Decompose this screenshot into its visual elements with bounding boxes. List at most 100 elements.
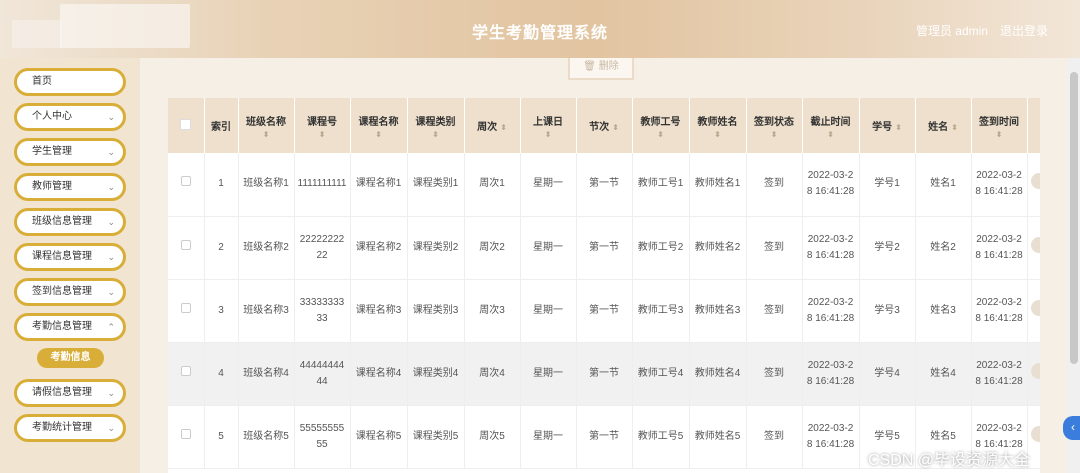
sort-icon: ⬍ (544, 129, 552, 139)
scrollbar-thumb[interactable] (1070, 72, 1078, 364)
table-cell: 5 (204, 405, 239, 469)
table-cell: 周次4 (464, 342, 521, 406)
table-cell: 姓名1 (915, 153, 972, 217)
sort-icon: ⬍ (612, 123, 619, 132)
sidebar-item-label: 班级信息管理 (32, 216, 92, 227)
column-header[interactable]: 节次 ⬍ (576, 98, 633, 153)
column-header[interactable]: 课程号 ⬍ (294, 98, 351, 153)
row-action-button[interactable] (1027, 342, 1040, 406)
sidebar-item-course-info[interactable]: 课程信息管理 ⌄ (14, 243, 126, 271)
table-cell: 第一节 (576, 405, 633, 469)
sidebar-item-label: 首页 (32, 76, 52, 87)
sidebar-item-home[interactable]: 首页 (14, 68, 126, 96)
sidebar-item-personal-center[interactable]: 个人中心 ⌄ (14, 103, 126, 131)
column-header[interactable]: 课程类别 ⬍ (407, 98, 465, 153)
table-cell: 教师姓名5 (689, 405, 747, 469)
table-cell: 星期一 (520, 216, 577, 280)
sort-icon: ⬍ (657, 129, 664, 139)
chevron-down-icon: ⌄ (107, 112, 115, 122)
row-checkbox[interactable] (168, 342, 205, 406)
sidebar-item-class-info[interactable]: 班级信息管理 ⌄ (14, 208, 126, 236)
column-header[interactable]: 教师工号 ⬍ (632, 98, 690, 153)
table-row[interactable]: 2 班级名称2 2222222222 课程名称2 课程类别2 周次2 星期一 第一节 教师工号2… (168, 216, 1040, 280)
table-cell: 学号3 (859, 279, 916, 343)
column-header[interactable]: 学号 ⬍ (859, 98, 916, 153)
table-cell: 2022-03-28 16:41:28 (802, 153, 860, 217)
table-cell: 课程类别2 (407, 216, 465, 280)
table-cell: 2022-03-28 16:41:28 (802, 342, 860, 406)
chevron-down-icon: ⌄ (107, 388, 115, 398)
table-cell: 教师工号3 (632, 279, 690, 343)
delete-button[interactable]: 🗑 删除 (568, 58, 634, 80)
column-header[interactable]: 上课日 ⬍ (520, 98, 577, 153)
column-header[interactable]: 教师姓名 ⬍ (689, 98, 747, 153)
row-checkbox[interactable] (168, 405, 205, 469)
sort-icon: ⬍ (262, 129, 270, 139)
sort-icon: ⬍ (500, 123, 507, 132)
sidebar-item-students[interactable]: 学生管理 ⌄ (14, 138, 126, 166)
watermark: CSDN @毕设资源大全 (868, 452, 1031, 469)
column-header[interactable]: 周次 ⬍ (464, 98, 521, 153)
table-cell: 第一节 (576, 279, 633, 343)
table-cell: 教师姓名1 (689, 153, 747, 217)
sort-icon: ⬍ (714, 129, 721, 139)
chevron-down-icon: ⌄ (107, 147, 115, 157)
row-action-button[interactable] (1027, 216, 1040, 280)
table-row[interactable]: 4 班级名称4 4444444444 课程名称4 课程类别4 周次4 星期一 第一节 教师工号4… (168, 342, 1040, 406)
column-header[interactable]: 课程名称 ⬍ (350, 98, 408, 153)
sidebar-item-attendance-stats[interactable]: 考勤统计管理 ⌄ (14, 414, 126, 442)
logout-link[interactable]: 退出登录 (1000, 22, 1048, 39)
table-cell: 1111111111 (294, 153, 351, 217)
sidebar-item-label: 教师管理 (32, 181, 72, 192)
table-cell: 2022-03-28 16:41:28 (971, 342, 1028, 406)
table-header-row: 索引 班级名称 ⬍ 课程号 ⬍ 课程名称 ⬍ 课程类别 ⬍ 周次 ⬍ 上课日 ⬍ 节次 ⬍ 教… (168, 98, 1040, 153)
table-cell: 课程名称5 (350, 405, 408, 469)
sidebar-item-signin-info[interactable]: 签到信息管理 ⌄ (14, 278, 126, 306)
row-checkbox[interactable] (168, 216, 205, 280)
sidebar-item-label: 考勤统计管理 (32, 422, 92, 433)
table-row[interactable]: 1 班级名称1 1111111111 课程名称1 课程类别1 周次1 星期一 第一节 教师工号1… (168, 153, 1040, 217)
column-header[interactable]: 截止时间 ⬍ (802, 98, 860, 153)
table-cell: 班级名称5 (238, 405, 295, 469)
table-cell: 教师姓名3 (689, 279, 747, 343)
table-row[interactable]: 3 班级名称3 3333333333 课程名称3 课程类别3 周次3 星期一 第一节 教师工号3… (168, 279, 1040, 343)
table-cell: 第一节 (576, 153, 633, 217)
table-cell: 课程名称2 (350, 216, 408, 280)
sidebar-item-teachers[interactable]: 教师管理 ⌄ (14, 173, 126, 201)
table-cell: 星期一 (520, 342, 577, 406)
sort-icon: ⬍ (827, 129, 834, 139)
collapse-arrow-icon[interactable]: ‹ (1063, 416, 1080, 440)
attendance-table: 索引 班级名称 ⬍ 课程号 ⬍ 课程名称 ⬍ 课程类别 ⬍ 周次 ⬍ 上课日 ⬍ 节次 ⬍ 教… (168, 98, 1040, 473)
row-action-button[interactable] (1027, 153, 1040, 217)
sidebar-item-label: 学生管理 (32, 146, 72, 157)
chevron-down-icon: ⌄ (107, 217, 115, 227)
submenu-attendance[interactable]: 考勤信息 (37, 348, 104, 368)
table-cell: 2022-03-28 16:41:28 (971, 216, 1028, 280)
select-all-checkbox[interactable] (168, 98, 205, 153)
sort-icon: ⬍ (318, 129, 326, 139)
table-cell: 1 (204, 153, 239, 217)
sort-icon: ⬍ (375, 129, 382, 139)
row-action-button[interactable] (1027, 279, 1040, 343)
table-cell: 签到 (746, 216, 803, 280)
column-header[interactable]: 班级名称 ⬍ (238, 98, 295, 153)
column-header[interactable]: 签到时间 ⬍ (971, 98, 1028, 153)
table-cell: 4444444444 (294, 342, 351, 406)
table-cell: 签到 (746, 153, 803, 217)
table-cell: 4 (204, 342, 239, 406)
table-cell: 签到 (746, 279, 803, 343)
sidebar-item-leave-info[interactable]: 请假信息管理 ⌄ (14, 379, 126, 407)
trash-icon: 🗑 (583, 61, 596, 72)
table-cell: 学号1 (859, 153, 916, 217)
column-header[interactable]: 签到状态 ⬍ (746, 98, 803, 153)
table-cell: 班级名称1 (238, 153, 295, 217)
row-checkbox[interactable] (168, 279, 205, 343)
column-header[interactable]: 姓名 ⬍ (915, 98, 972, 153)
table-cell: 课程类别5 (407, 405, 465, 469)
sidebar-item-attendance-info[interactable]: 考勤信息管理 ⌃ (14, 313, 126, 341)
row-checkbox[interactable] (168, 153, 205, 217)
vertical-scrollbar[interactable] (1068, 58, 1080, 473)
table-cell: 班级名称4 (238, 342, 295, 406)
sort-icon: ⬍ (895, 123, 902, 132)
sidebar-item-label: 课程信息管理 (32, 251, 92, 262)
